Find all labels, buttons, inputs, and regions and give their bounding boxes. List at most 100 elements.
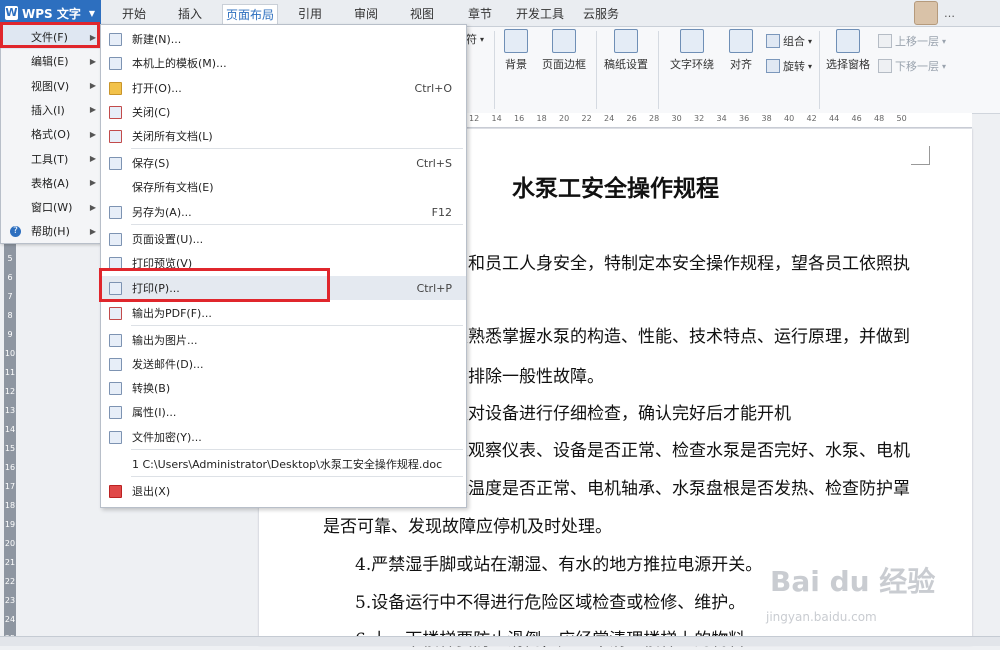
main-menu-item[interactable]: 插入(I) ▶: [1, 98, 102, 122]
submenu-arrow-icon: ▶: [89, 154, 96, 163]
menu-separator: [131, 148, 463, 149]
watermark: Bai du 经验: [770, 565, 936, 598]
ruler-tick: 14: [4, 425, 16, 434]
menu-item-label: 视图(V): [31, 79, 70, 93]
file-menu-item[interactable]: 文件加密(Y)...: [101, 425, 466, 449]
main-menu-item[interactable]: 格式(O) ▶: [1, 122, 102, 146]
submenu-arrow-icon: ▶: [89, 81, 96, 91]
image-icon: [109, 334, 122, 347]
document-line: 产和员工人身安全，特制定本安全操作规程，望各员工依照执: [451, 254, 910, 274]
file-menu-item[interactable]: 打开(O)... Ctrl+O: [101, 76, 466, 100]
file-menu-item[interactable]: 保存(S) Ctrl+S: [101, 151, 466, 175]
main-menu-item[interactable]: ? 帮助(H) ▶: [1, 219, 102, 243]
ruler-tick: 18: [536, 114, 547, 123]
background-button[interactable]: 背景: [500, 29, 532, 77]
document-line: 须熟悉掌握水泵的构造、性能、技术特点、运行原理，并做到: [451, 327, 910, 347]
new-doc-icon: [109, 33, 122, 46]
file-menu-item[interactable]: 保存所有文档(E): [101, 175, 466, 199]
ruler-tick: 6: [7, 273, 13, 282]
menu-item-label: 发送邮件(D)...: [132, 358, 204, 371]
menu-separator: [131, 476, 463, 477]
align-icon: [729, 29, 753, 53]
menu-item-label: 文件加密(Y)...: [132, 431, 202, 444]
ribbon-tab-bar: W WPS 文字 ▼ 开始 插入 页面布局 引用 审阅 视图 章节 开发工具 云…: [0, 0, 1000, 27]
file-menu-item[interactable]: 1 C:\Users\Administrator\Desktop\水泵工安全操作…: [101, 452, 466, 476]
file-menu-item[interactable]: 新建(N)...: [101, 27, 466, 51]
tab-developer[interactable]: 开发工具: [510, 4, 570, 26]
file-menu-item[interactable]: 本机上的模板(M)...: [101, 51, 466, 75]
chevron-down-icon: ▼: [88, 8, 95, 18]
tab-references[interactable]: 引用: [290, 4, 330, 26]
tab-home[interactable]: 开始: [112, 4, 156, 26]
ruler-tick: 20: [559, 114, 570, 123]
document-line: 5.设备运行中不得进行危险区域检查或检修、维护。: [355, 593, 746, 613]
tab-cloud-service[interactable]: 云服务: [576, 4, 626, 26]
send-backward-button[interactable]: 下移一层 ▾: [878, 58, 946, 74]
text-wrap-icon: [680, 29, 704, 53]
submenu-arrow-icon: ▶: [89, 105, 96, 115]
ruler-tick: 11: [4, 368, 16, 377]
menu-item-label: 表格(A): [31, 176, 70, 190]
ribbon-partial-button[interactable]: 符 ▾: [466, 31, 484, 47]
menu-item-label: 保存所有文档(E): [132, 181, 214, 194]
menu-item-label: 格式(O): [31, 128, 71, 142]
ruler-tick: 23: [4, 596, 16, 605]
file-menu-item[interactable]: 输出为图片...: [101, 328, 466, 352]
bring-forward-button[interactable]: 上移一层 ▾: [878, 33, 946, 49]
menu-item-label: 本机上的模板(M)...: [132, 57, 227, 70]
menu-item-label: 新建(N)...: [132, 33, 182, 46]
menu-item-label: 关闭所有文档(L): [132, 130, 213, 143]
tab-chapter[interactable]: 章节: [460, 4, 500, 26]
close-doc-icon: [109, 106, 122, 119]
page-corner-mark: [911, 146, 930, 165]
text-wrap-button[interactable]: 文字环绕: [663, 29, 721, 77]
main-menu-item[interactable]: 窗口(W) ▶: [1, 195, 102, 219]
user-area[interactable]: …: [908, 0, 1000, 26]
avatar[interactable]: [914, 1, 938, 25]
main-menu-item[interactable]: 工具(T) ▶: [1, 147, 102, 171]
exit-icon: [109, 485, 122, 498]
file-menu-item[interactable]: 关闭(C): [101, 100, 466, 124]
group-button[interactable]: 组合 ▾: [766, 33, 812, 49]
watermark-url: jingyan.baidu.com: [766, 610, 877, 624]
file-menu-item[interactable]: 发送邮件(D)...: [101, 352, 466, 376]
file-menu-item[interactable]: 关闭所有文档(L): [101, 124, 466, 148]
file-menu-item[interactable]: 另存为(A)... F12: [101, 200, 466, 224]
tab-review[interactable]: 审阅: [346, 4, 386, 26]
rotate-button[interactable]: 旋转 ▾: [766, 58, 812, 74]
page-border-button[interactable]: 页面边框: [538, 29, 590, 77]
vertical-ruler[interactable]: 5678910111213141516171819202122232425: [4, 240, 16, 645]
file-menu-item[interactable]: 退出(X): [101, 479, 466, 503]
page-setup-icon: [109, 233, 122, 246]
select-pane-button[interactable]: 选择窗格: [824, 29, 872, 77]
ruler-tick: 24: [604, 114, 615, 123]
document-line: 过观察仪表、设备是否正常、检查水泵是否完好、水泵、电机: [451, 441, 910, 461]
document-line: 是否可靠、发现故障应停机及时处理。: [323, 517, 612, 537]
ruler-tick: 28: [649, 114, 660, 123]
ruler-tick: 17: [4, 482, 16, 491]
ruler-tick: 22: [4, 577, 16, 586]
main-menu-item[interactable]: 视图(V) ▶: [1, 74, 102, 98]
main-menu-item[interactable]: 编辑(E) ▶: [1, 49, 102, 73]
menu-item-label: 编辑(E): [31, 55, 69, 69]
menu-item-label: 输出为图片...: [132, 334, 198, 347]
main-menu-item[interactable]: 表格(A) ▶: [1, 171, 102, 195]
file-menu-item[interactable]: 转换(B): [101, 376, 466, 400]
file-submenu: 新建(N)... 本机上的模板(M)... 打开(O)... Ctrl+O 关闭(C) 关…: [100, 24, 467, 508]
tab-insert[interactable]: 插入: [168, 4, 212, 26]
ruler-tick: 34: [716, 114, 727, 123]
align-button[interactable]: 对齐: [724, 29, 758, 77]
tab-view[interactable]: 视图: [402, 4, 442, 26]
ruler-tick: 30: [671, 114, 682, 123]
file-menu-item[interactable]: 属性(I)...: [101, 400, 466, 424]
highlight-box-file: [0, 22, 100, 48]
ruler-tick: 10: [4, 349, 16, 358]
menu-item-label: 窗口(W): [31, 201, 73, 215]
grid-paper-button[interactable]: 稿纸设置: [601, 29, 651, 77]
file-menu-item[interactable]: 页面设置(U)...: [101, 227, 466, 251]
ruler-tick: 16: [4, 463, 16, 472]
ruler-tick: 16: [514, 114, 525, 123]
file-menu-item[interactable]: 输出为PDF(F)...: [101, 301, 466, 325]
document-line: 会排除一般性故障。: [451, 367, 604, 387]
select-pane-icon: [836, 29, 860, 53]
